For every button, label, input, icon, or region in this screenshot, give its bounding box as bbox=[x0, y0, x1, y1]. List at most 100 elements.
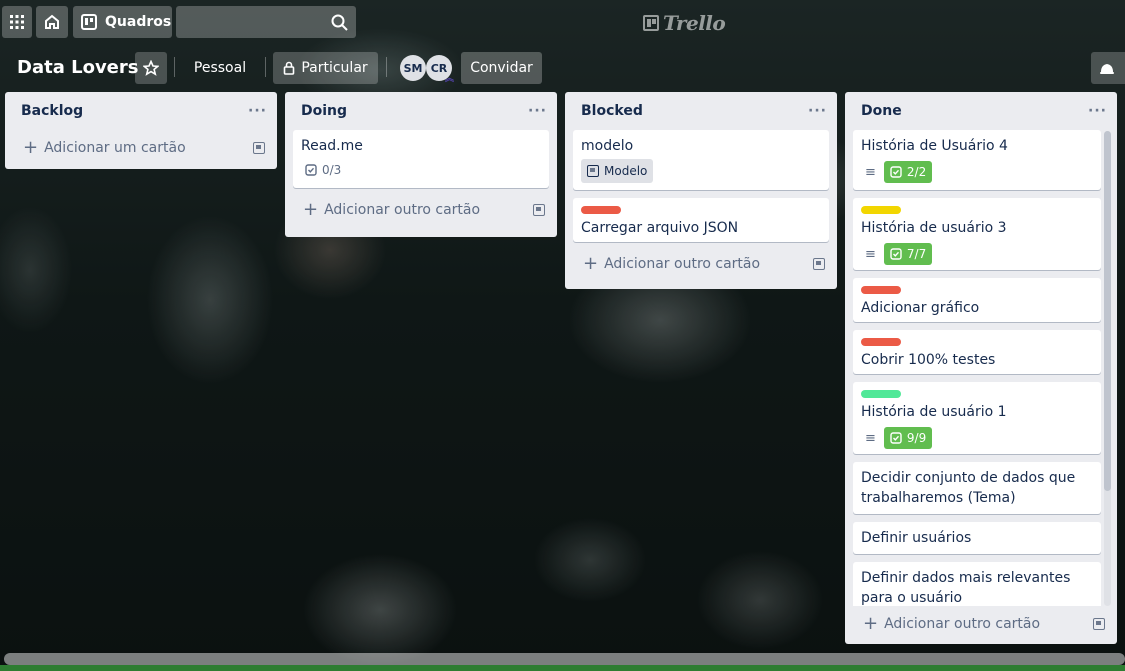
plus-icon: + bbox=[303, 199, 319, 220]
star-button[interactable] bbox=[135, 52, 167, 84]
list-title[interactable]: Done bbox=[861, 103, 902, 119]
checklist-count: 9/9 bbox=[906, 431, 927, 445]
list-blocked: Blocked ··· modelo Modelo Carregar arqui… bbox=[565, 92, 837, 289]
more-icon[interactable]: ··· bbox=[808, 103, 827, 119]
header-divider bbox=[174, 57, 175, 77]
invite-button[interactable]: Convidar bbox=[461, 52, 542, 84]
card-badges: ≡ 2/2 bbox=[861, 160, 1093, 184]
boards-button[interactable]: Quadros bbox=[73, 6, 172, 38]
search-input[interactable] bbox=[176, 6, 356, 38]
card[interactable]: História de Usuário 4 ≡ 2/2 bbox=[853, 130, 1101, 190]
list-title[interactable]: Blocked bbox=[581, 103, 643, 119]
add-card-button[interactable]: + Adicionar outro cartão bbox=[845, 606, 1117, 642]
star-icon bbox=[143, 60, 159, 76]
plus-icon: + bbox=[863, 613, 879, 634]
more-icon[interactable]: ··· bbox=[1088, 103, 1107, 119]
top-header: Quadros Trello bbox=[0, 0, 1125, 46]
header-divider bbox=[265, 57, 266, 77]
checklist-count: 7/7 bbox=[906, 247, 927, 261]
board-title[interactable]: Data Lovers bbox=[17, 57, 138, 78]
card-badges: 0/3 bbox=[301, 158, 541, 182]
template-badge-label: Modelo bbox=[604, 164, 648, 178]
plus-icon: + bbox=[583, 253, 599, 274]
description-icon: ≡ bbox=[865, 246, 876, 262]
card-label[interactable] bbox=[861, 338, 901, 346]
card[interactable]: História de usuário 3 ≡ 7/7 bbox=[853, 198, 1101, 270]
list-title[interactable]: Backlog bbox=[21, 103, 83, 119]
menu-button[interactable] bbox=[1091, 52, 1125, 84]
card-title: História de Usuário 4 bbox=[861, 138, 1008, 154]
list-title[interactable]: Doing bbox=[301, 103, 347, 119]
card-title: Definir usuários bbox=[861, 530, 972, 546]
template-icon[interactable] bbox=[1093, 618, 1105, 630]
search-icon bbox=[331, 14, 348, 31]
template-icon[interactable] bbox=[533, 204, 545, 216]
template-icon[interactable] bbox=[813, 258, 825, 270]
add-card: + Adicionar outro cartão bbox=[303, 201, 480, 219]
card-list: História de Usuário 4 ≡ 2/2 História de … bbox=[845, 130, 1117, 606]
list-header: Doing ··· bbox=[285, 92, 557, 130]
checklist-count: 0/3 bbox=[322, 163, 342, 177]
card[interactable]: Carregar arquivo JSON bbox=[573, 198, 829, 242]
list-scrollbar-thumb[interactable] bbox=[1104, 131, 1111, 491]
checklist-badge: 0/3 bbox=[301, 160, 345, 180]
visibility-label: Particular bbox=[301, 60, 368, 76]
card[interactable]: modelo Modelo bbox=[573, 130, 829, 190]
lock-icon bbox=[284, 61, 295, 75]
checklist-count: 2/2 bbox=[906, 165, 927, 179]
add-card-button[interactable]: + Adicionar um cartão bbox=[5, 130, 277, 166]
team-button[interactable]: Pessoal bbox=[182, 52, 258, 84]
card-label[interactable] bbox=[861, 206, 901, 214]
more-icon[interactable]: ··· bbox=[248, 103, 267, 119]
list-header: Blocked ··· bbox=[565, 92, 837, 130]
visibility-button[interactable]: Particular bbox=[273, 52, 378, 84]
card-title: Definir dados mais relevantes para o usu… bbox=[861, 570, 1071, 606]
trello-logo[interactable]: Trello bbox=[643, 11, 726, 35]
card-label[interactable] bbox=[581, 206, 621, 214]
header-divider bbox=[386, 57, 387, 77]
trello-logo-text: Trello bbox=[663, 11, 726, 35]
card-title: História de usuário 1 bbox=[861, 404, 1007, 420]
card-title: História de usuário 3 bbox=[861, 220, 1007, 236]
card[interactable]: Definir usuários bbox=[853, 522, 1101, 554]
card[interactable]: Read.me 0/3 bbox=[293, 130, 549, 188]
add-card: + Adicionar um cartão bbox=[23, 139, 186, 157]
checklist-icon bbox=[890, 248, 902, 260]
board-icon bbox=[81, 14, 97, 30]
card[interactable]: Decidir conjunto de dados que trabalhare… bbox=[853, 462, 1101, 514]
card-list: modelo Modelo Carregar arquivo JSON bbox=[565, 130, 837, 242]
plus-icon: + bbox=[23, 137, 39, 158]
board-scrollbar-thumb[interactable] bbox=[4, 653, 1125, 665]
template-icon[interactable] bbox=[253, 142, 265, 154]
template-icon bbox=[587, 165, 599, 177]
trello-logo-icon bbox=[643, 15, 659, 31]
template-badge: Modelo bbox=[581, 159, 654, 183]
apps-grid-icon bbox=[10, 15, 24, 29]
more-icon[interactable]: ··· bbox=[528, 103, 547, 119]
add-card-button[interactable]: + Adicionar outro cartão bbox=[285, 192, 557, 228]
card[interactable]: Definir dados mais relevantes para o usu… bbox=[853, 562, 1101, 606]
apps-button[interactable] bbox=[2, 6, 32, 38]
card[interactable]: Cobrir 100% testes bbox=[853, 330, 1101, 374]
add-card-label: Adicionar outro cartão bbox=[604, 256, 761, 272]
list-doing: Doing ··· Read.me 0/3 + Adicionar outro … bbox=[285, 92, 557, 237]
card-title: Cobrir 100% testes bbox=[861, 352, 996, 368]
card-label[interactable] bbox=[861, 390, 901, 398]
avatar[interactable]: CR ︽ bbox=[426, 55, 454, 84]
add-card-label: Adicionar outro cartão bbox=[884, 616, 1041, 632]
list-backlog: Backlog ··· + Adicionar um cartão bbox=[5, 92, 277, 169]
card[interactable]: História de usuário 1 ≡ 9/9 bbox=[853, 382, 1101, 454]
avatar[interactable]: SM bbox=[400, 55, 426, 81]
list-done: Done ··· História de Usuário 4 ≡ 2/2 His… bbox=[845, 92, 1117, 644]
checklist-badge: 7/7 bbox=[883, 243, 933, 265]
card-badges: ≡ 9/9 bbox=[861, 426, 1093, 450]
add-card-button[interactable]: + Adicionar outro cartão bbox=[565, 246, 837, 282]
home-button[interactable] bbox=[36, 6, 68, 38]
avatar-initials: CR bbox=[430, 61, 448, 75]
card-list: Read.me 0/3 bbox=[285, 130, 557, 188]
card[interactable]: Adicionar gráfico bbox=[853, 278, 1101, 322]
card-label[interactable] bbox=[861, 286, 901, 294]
add-card: + Adicionar outro cartão bbox=[863, 615, 1040, 633]
list-header: Done ··· bbox=[845, 92, 1117, 130]
add-card: + Adicionar outro cartão bbox=[583, 255, 760, 273]
